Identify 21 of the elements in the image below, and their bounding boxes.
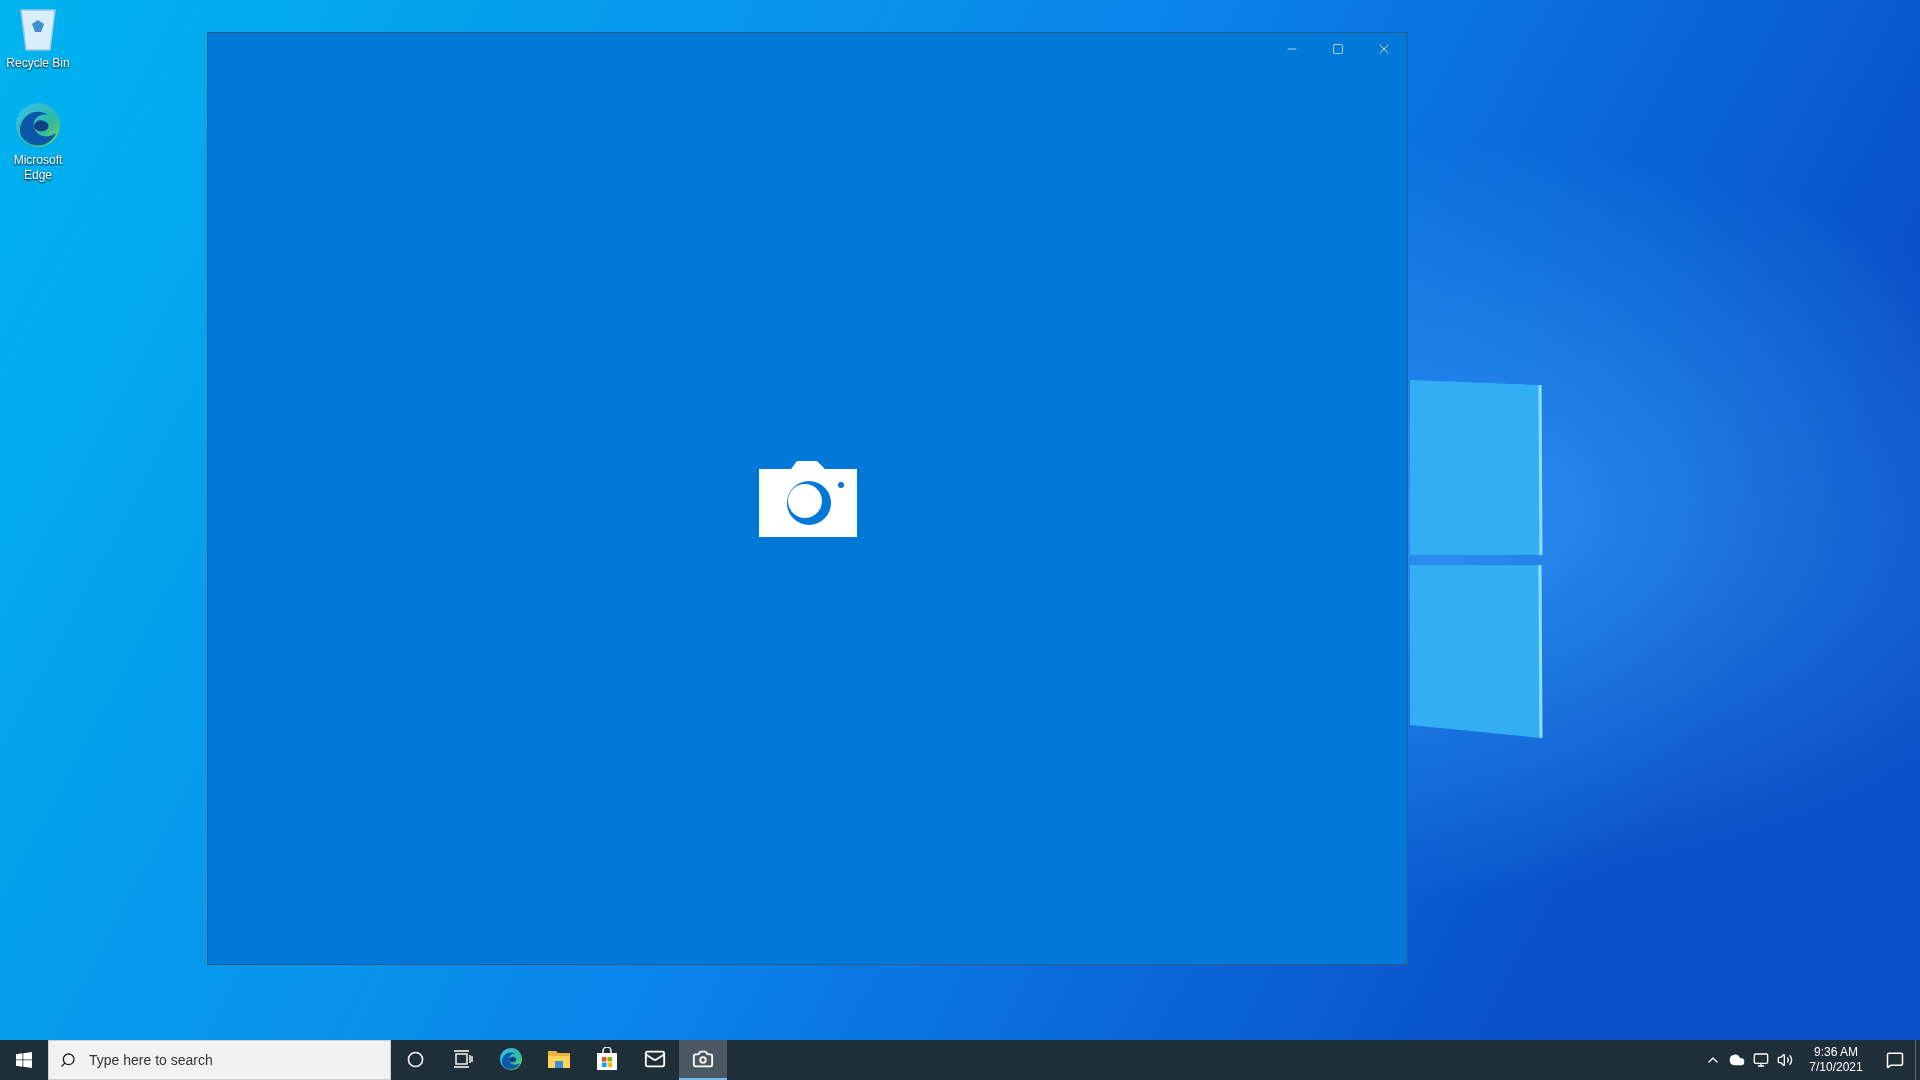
camera-icon — [758, 460, 857, 537]
desktop-icon-label[interactable]: Microsoft Edge — [0, 153, 76, 183]
camera-icon — [692, 1048, 714, 1070]
taskbar-button[interactable] — [679, 1040, 727, 1080]
desktop-icon-label[interactable]: Recycle Bin — [6, 56, 70, 71]
speaker-icon — [1777, 1052, 1793, 1068]
monitor-icon — [1753, 1052, 1769, 1068]
maximize-icon — [1332, 43, 1344, 55]
shopping-bag-icon — [596, 1047, 618, 1071]
circle-icon — [406, 1050, 424, 1068]
edge-logo-icon — [14, 101, 62, 149]
folder-icon — [547, 1049, 571, 1069]
task-view-icon — [453, 1050, 473, 1068]
search-icon — [60, 1052, 76, 1068]
clock-button[interactable]: 9:36 AM 7/10/2021 — [1797, 1040, 1875, 1080]
edge-logo-icon — [499, 1047, 523, 1071]
notification-icon — [1886, 1051, 1904, 1069]
search-field[interactable]: Type here to search — [48, 1040, 391, 1080]
windows-logo-icon — [16, 1052, 32, 1068]
cloud-icon — [1729, 1052, 1745, 1068]
mail-icon — [644, 1048, 666, 1070]
